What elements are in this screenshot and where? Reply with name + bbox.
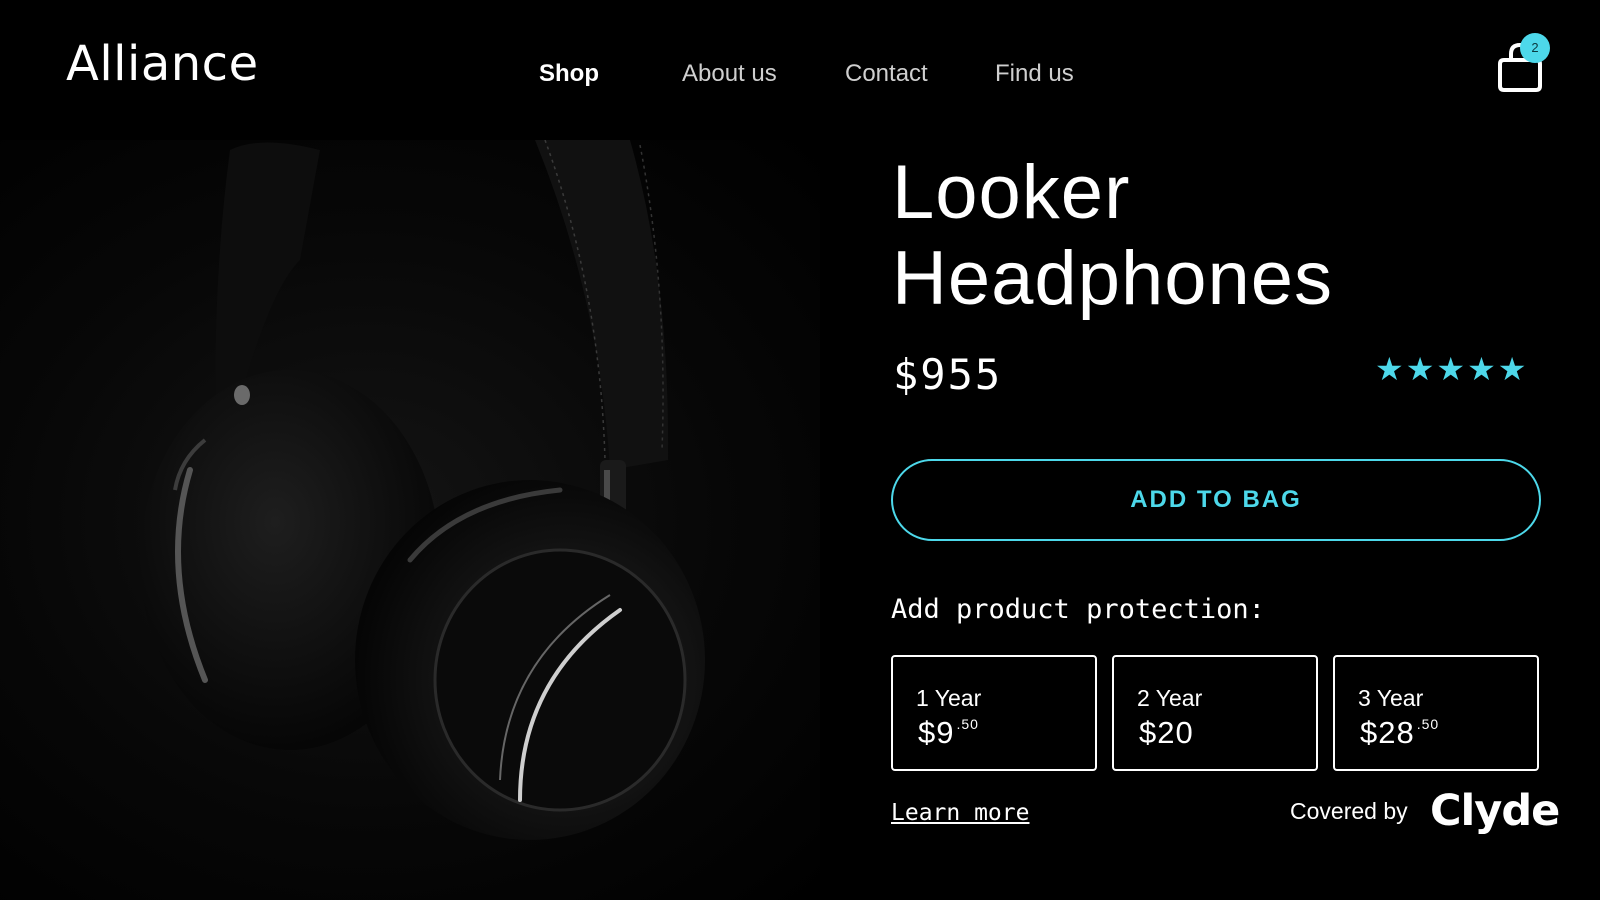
protection-plan-3-year[interactable]: 3 Year $28.50 — [1333, 655, 1539, 771]
cart-count-badge[interactable]: 2 — [1520, 33, 1550, 63]
product-title-line1: Looker — [892, 150, 1131, 235]
learn-more-link[interactable]: Learn more — [891, 800, 1029, 826]
plan-price: $9.50 — [918, 715, 979, 751]
plan-price: $28.50 — [1360, 715, 1439, 751]
protection-plan-1-year[interactable]: 1 Year $9.50 — [891, 655, 1097, 771]
covered-by-label: Covered by — [1290, 798, 1408, 824]
plan-price-cents: .50 — [1416, 716, 1440, 732]
product-image — [0, 140, 820, 900]
protection-label: Add product protection: — [891, 594, 1265, 625]
headphones-illustration — [140, 140, 705, 840]
clyde-logo[interactable]: Clyde — [1430, 786, 1560, 836]
main-nav: Shop About us Contact Find us — [0, 60, 1600, 90]
nav-item-contact[interactable]: Contact — [845, 60, 928, 88]
plan-term: 2 Year — [1137, 685, 1203, 711]
nav-item-shop[interactable]: Shop — [539, 60, 599, 88]
plan-price-dollars: $20 — [1139, 715, 1194, 750]
nav-item-find-us[interactable]: Find us — [995, 60, 1074, 88]
plan-price-cents: .50 — [956, 716, 979, 732]
nav-item-about-us[interactable]: About us — [682, 60, 777, 88]
product-price: $955 — [893, 350, 1003, 399]
protection-plan-2-year[interactable]: 2 Year $20 — [1112, 655, 1318, 771]
plan-price-dollars: $28 — [1360, 715, 1415, 750]
plan-term: 3 Year — [1358, 685, 1424, 711]
product-title: Looker Headphones — [892, 150, 1552, 322]
rating-stars: ★★★★★ — [1375, 351, 1529, 387]
plan-price-dollars: $9 — [918, 715, 955, 750]
product-title-line2: Headphones — [892, 236, 1334, 321]
plan-term: 1 Year — [916, 685, 982, 711]
plan-price: $20 — [1139, 715, 1196, 751]
add-to-bag-button[interactable]: ADD TO BAG — [891, 459, 1541, 541]
